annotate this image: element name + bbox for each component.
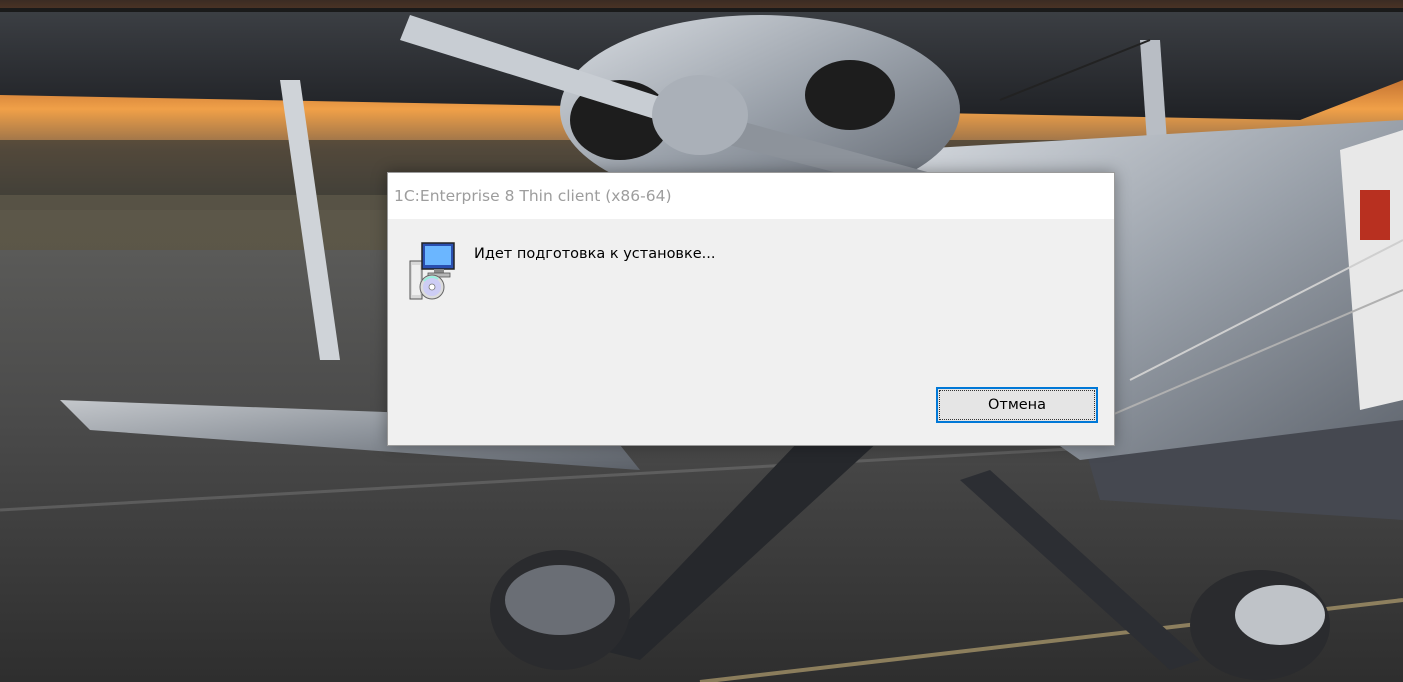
installer-dialog: 1C:Enterprise 8 Thin client (x86-64) Иде… xyxy=(387,172,1115,446)
dialog-title-bar[interactable]: 1C:Enterprise 8 Thin client (x86-64) xyxy=(388,173,1114,219)
cancel-button[interactable]: Отмена xyxy=(936,387,1098,423)
status-message: Идет подготовка к установке... xyxy=(474,246,716,262)
desktop: 1C:Enterprise 8 Thin client (x86-64) Иде… xyxy=(0,0,1403,682)
cancel-button-label: Отмена xyxy=(987,397,1047,413)
setup-installer-icon xyxy=(409,242,455,300)
dialog-title: 1C:Enterprise 8 Thin client (x86-64) xyxy=(394,187,672,205)
